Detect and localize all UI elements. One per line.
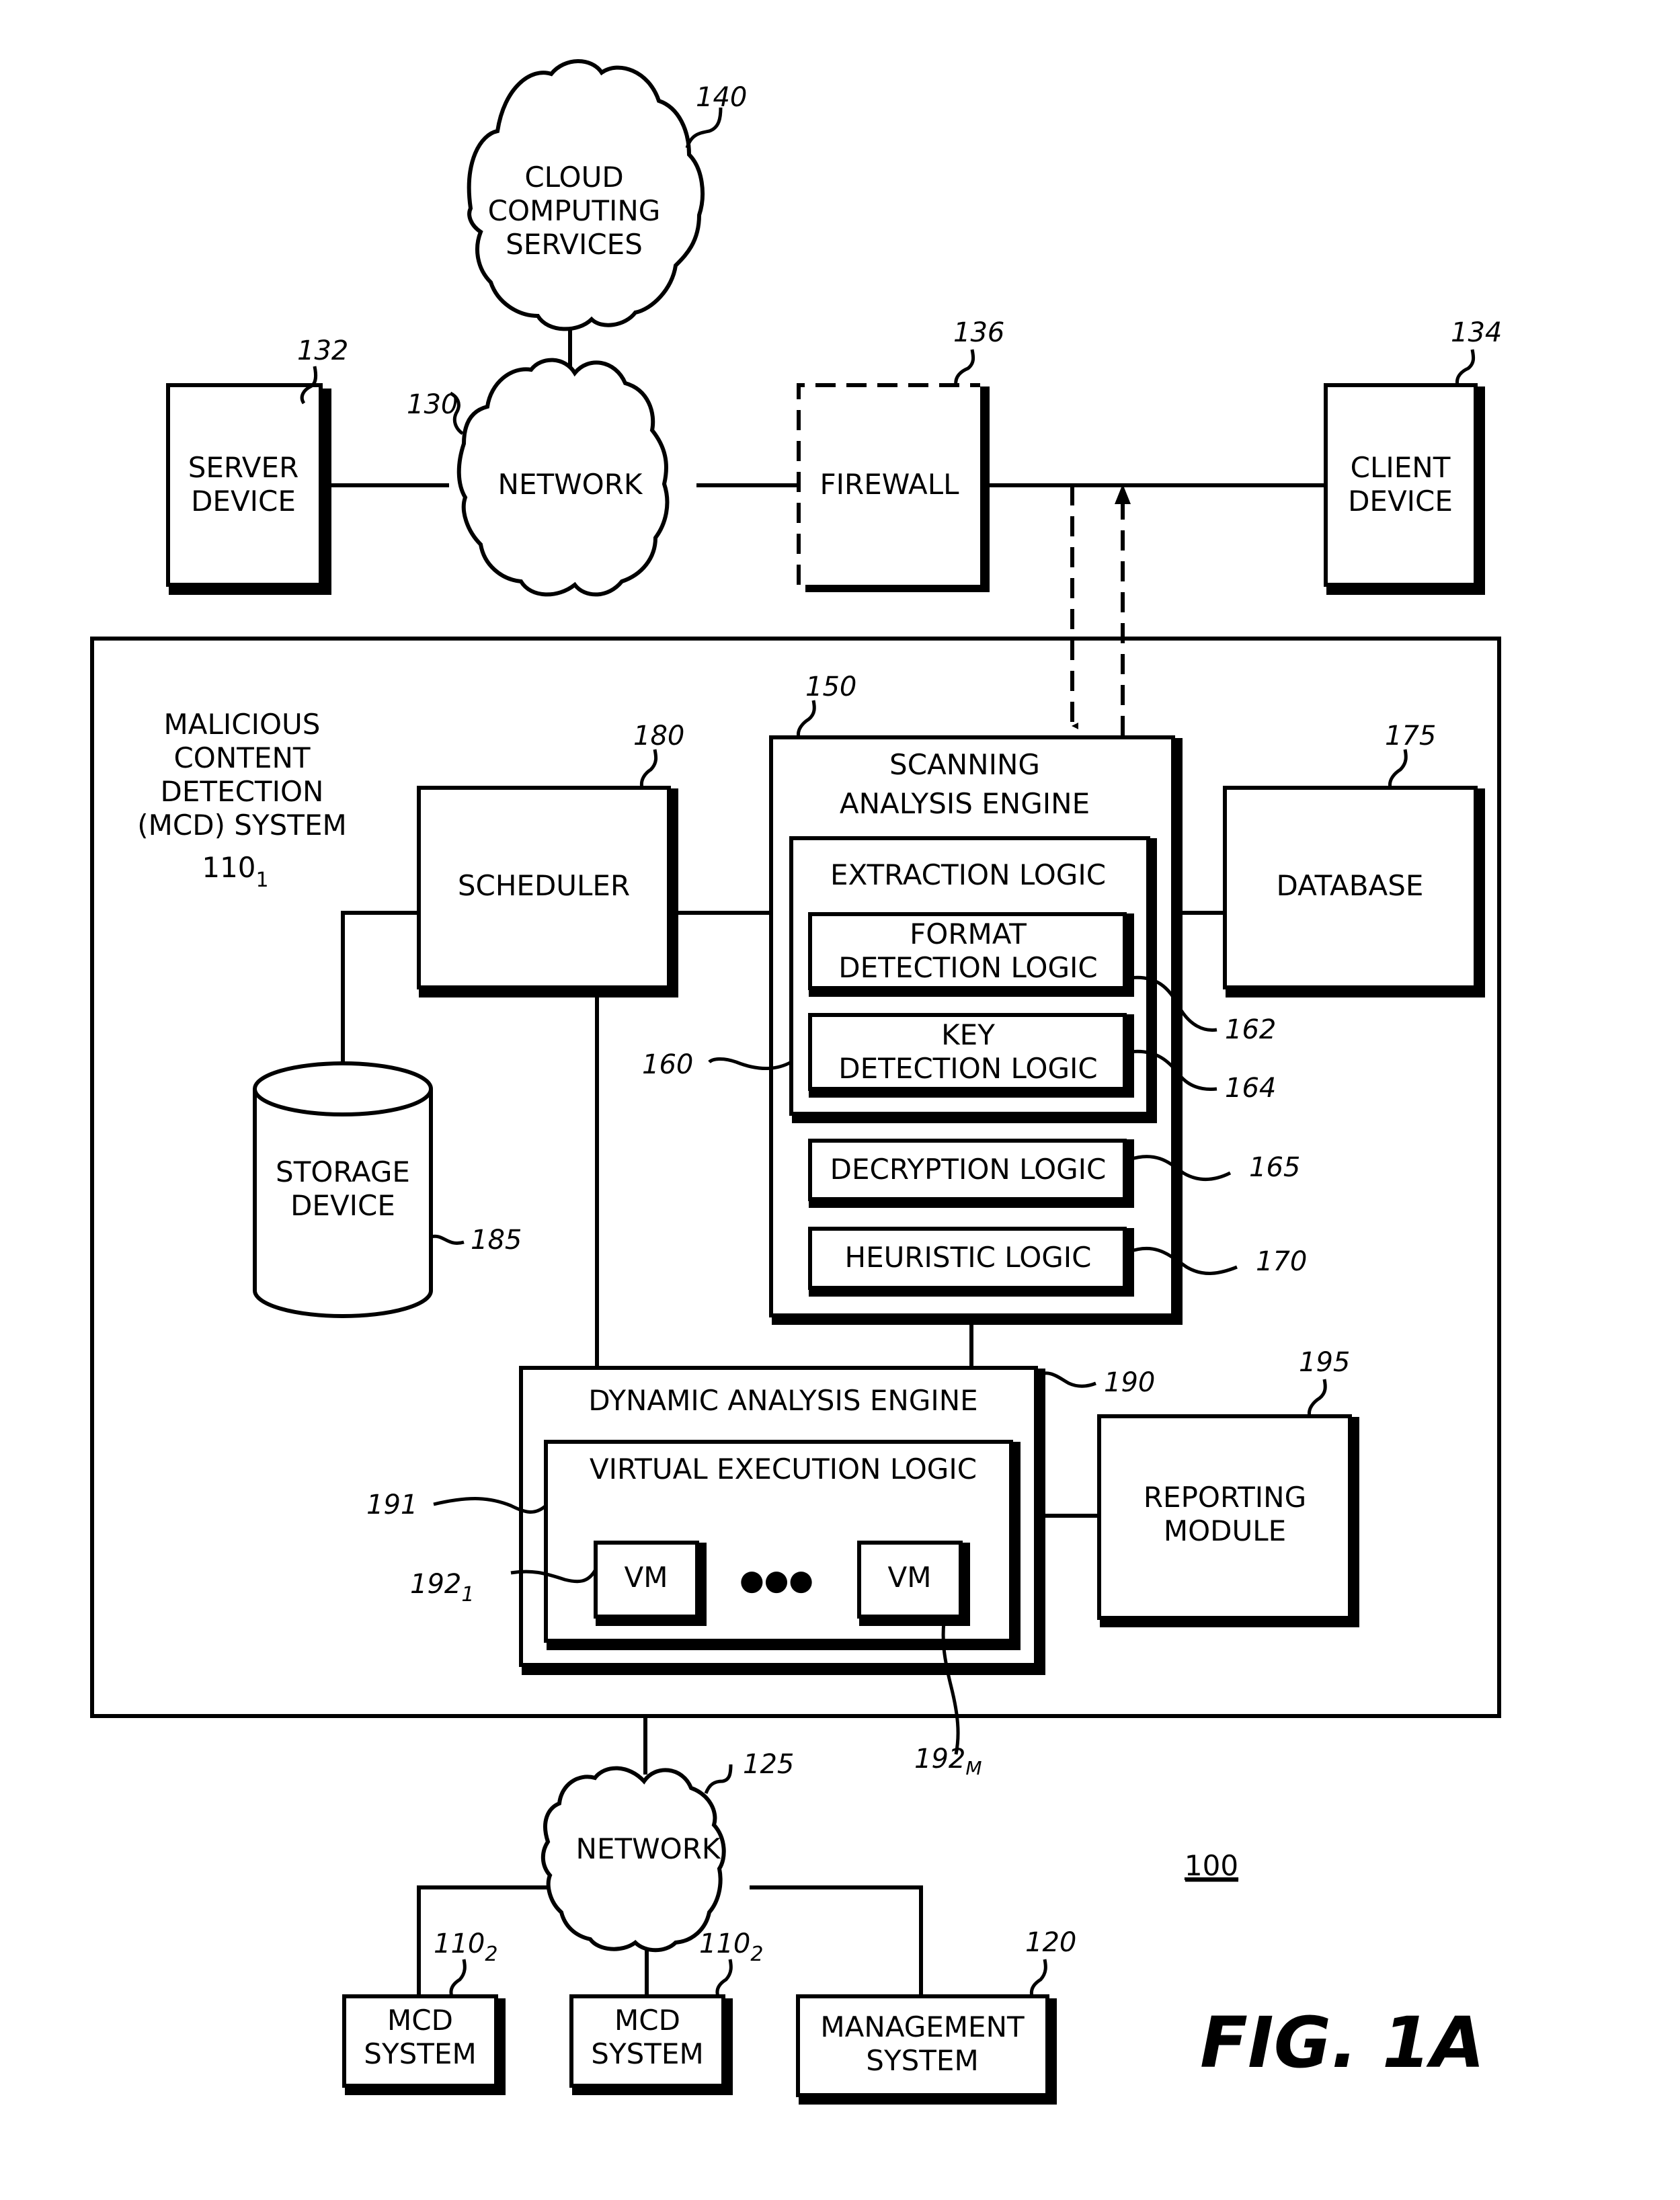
ref-140: 140 (696, 82, 747, 113)
extraction-label: EXTRACTION LOGIC (830, 858, 1106, 891)
ref-175: 175 (1385, 721, 1436, 751)
firewall-label: FIREWALL (819, 468, 959, 501)
ref-125: 125 (743, 1749, 794, 1780)
network-125: NETWORK 125 (541, 1749, 794, 1953)
cloud-computing-services: CLOUD COMPUTING SERVICES 140 (467, 59, 747, 331)
client-device: CLIENT DEVICE 134 (1324, 317, 1502, 595)
mcd-system-title: MALICIOUS CONTENT DETECTION (MCD) SYSTEM… (137, 708, 346, 892)
management-system: MANAGEMENT SYSTEM 120 (796, 1927, 1076, 2105)
system-ref-100: 100 (1185, 1849, 1238, 1882)
decryption-logic: DECRYPTION LOGIC 165 (808, 1139, 1300, 1208)
format-label-line2: DETECTION LOGIC (838, 951, 1098, 984)
leader-185 (430, 1234, 465, 1245)
mcd-a-label-line1: MCD (387, 2004, 453, 2037)
ref-192-1: 1921 (410, 1569, 474, 1606)
vm-first-label: VM (625, 1561, 668, 1594)
leader-195 (1307, 1379, 1327, 1417)
ref-160: 160 (642, 1049, 693, 1080)
ref-120: 120 (1025, 1927, 1076, 1958)
figure-title: FIG. 1A (1200, 2002, 1485, 2084)
scanning-analysis-engine: SCANNING ANALYSIS ENGINE 150 EXTRACTION … (642, 671, 1307, 1325)
network-125-label: NETWORK (576, 1832, 721, 1865)
mcd-title-line3: DETECTION (161, 775, 324, 808)
network-to-management-line (750, 1885, 923, 1996)
server-device: SERVER DEVICE 132 (166, 335, 348, 595)
ref-195: 195 (1299, 1347, 1350, 1378)
scheduler: SCHEDULER 180 (417, 721, 684, 997)
heuristic-label: HEURISTIC LOGIC (844, 1241, 1091, 1274)
leader-140 (685, 107, 723, 149)
mcd-title-line1: MALICIOUS (164, 708, 321, 741)
leader-110-2b (715, 1959, 733, 1997)
ref-165: 165 (1249, 1152, 1300, 1183)
leader-110-2a (449, 1959, 467, 1997)
scanning-label-line2: ANALYSIS ENGINE (840, 787, 1090, 820)
mcd-title-line4: (MCD) SYSTEM (137, 809, 346, 842)
storage-device: STORAGE DEVICE 185 (253, 1061, 522, 1318)
database-label: DATABASE (1277, 869, 1424, 902)
server-device-label-line1: SERVER (188, 451, 299, 484)
storage-label-line1: STORAGE (276, 1155, 410, 1188)
ref-191: 191 (366, 1490, 417, 1520)
mcd-title-line2: CONTENT (173, 741, 310, 774)
heuristic-logic: HEURISTIC LOGIC 170 (808, 1227, 1307, 1297)
ref-134: 134 (1451, 317, 1502, 348)
ref-150: 150 (805, 671, 856, 702)
leader-175 (1388, 749, 1408, 788)
ref-190: 190 (1104, 1367, 1155, 1398)
scanning-label-line1: SCANNING (889, 748, 1040, 781)
reporting-label-line1: REPORTING (1144, 1481, 1306, 1514)
ref-185: 185 (471, 1225, 522, 1256)
mcd-system-b: MCD SYSTEM 1102 (569, 1928, 763, 2095)
ref-170: 170 (1256, 1246, 1307, 1277)
leader-180 (639, 749, 658, 788)
cloud-services-label-line1: CLOUD (524, 161, 623, 194)
firewall: FIREWALL 136 (797, 317, 1004, 592)
ref-180: 180 (633, 721, 684, 751)
cloud-services-label-line3: SERVICES (506, 228, 643, 261)
scheduler-label: SCHEDULER (458, 869, 630, 902)
cloud-services-label-line2: COMPUTING (488, 194, 661, 227)
architecture-diagram: CLOUD COMPUTING SERVICES 140 NETWORK 130… (90, 59, 1502, 2105)
network-130-label: NETWORK (498, 468, 643, 501)
client-device-label-line1: CLIENT (1351, 451, 1451, 484)
network-130: NETWORK 130 (407, 358, 670, 597)
key-label-line2: DETECTION LOGIC (838, 1052, 1098, 1085)
ref-136: 136 (953, 317, 1004, 348)
database: DATABASE 175 (1223, 721, 1485, 997)
client-device-label-line2: DEVICE (1348, 485, 1453, 518)
ref-130: 130 (407, 389, 458, 420)
management-label-line2: SYSTEM (866, 2044, 978, 2077)
vm-last-label: VM (888, 1561, 932, 1594)
ref-132: 132 (297, 335, 348, 366)
storage-label-line2: DEVICE (290, 1189, 395, 1222)
leader-150 (796, 700, 816, 738)
dynamic-label: DYNAMIC ANALYSIS ENGINE (588, 1384, 977, 1417)
management-label-line1: MANAGEMENT (820, 2010, 1025, 2043)
decryption-label: DECRYPTION LOGIC (830, 1153, 1107, 1186)
leader-134 (1455, 349, 1476, 386)
leader-125 (704, 1764, 733, 1794)
ref-162: 162 (1225, 1014, 1276, 1045)
server-device-label-line2: DEVICE (191, 485, 296, 518)
scheduler-to-storage-line (341, 911, 417, 1069)
vm-ellipsis: ●●● (739, 1563, 813, 1596)
mcd-b-label-line2: SYSTEM (591, 2037, 703, 2070)
mcd-system-a: MCD SYSTEM 1102 (342, 1928, 506, 2095)
ref-164: 164 (1225, 1073, 1276, 1104)
mcd-b-label-line1: MCD (614, 2004, 680, 2037)
mcd-ref-110-1: 1101 (202, 851, 268, 892)
leader-120 (1029, 1959, 1047, 1997)
mcd-a-label-line2: SYSTEM (364, 2037, 476, 2070)
ref-192-m: 192M (914, 1744, 982, 1779)
key-label-line1: KEY (941, 1018, 995, 1051)
format-label-line1: FORMAT (910, 918, 1027, 950)
virtual-execution-label: VIRTUAL EXECUTION LOGIC (590, 1453, 977, 1485)
leader-136 (954, 349, 975, 386)
reporting-label-line2: MODULE (1164, 1514, 1286, 1547)
